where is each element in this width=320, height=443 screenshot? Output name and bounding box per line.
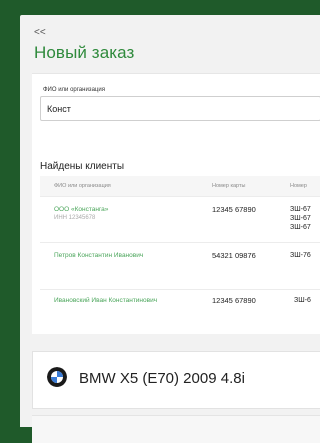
table-row[interactable]: ООО «Констанга» ИНН 12345678 12345 67890… bbox=[40, 196, 320, 242]
client-name-link[interactable]: Петров Константин Иванович bbox=[54, 251, 143, 260]
client-card-number: 54321 09876 bbox=[212, 251, 256, 260]
client-card-number: 12345 67890 bbox=[212, 296, 256, 305]
client-inn: ИНН 12345678 bbox=[54, 215, 96, 221]
column-header-phone: Номер bbox=[290, 183, 307, 189]
bmw-logo-icon bbox=[47, 367, 67, 387]
column-header-name: ФИО или организация bbox=[54, 183, 111, 189]
client-card-number: 12345 67890 bbox=[212, 205, 256, 214]
client-search-panel: ФИО или организация Найдены клиенты ФИО … bbox=[32, 73, 320, 334]
car-title: BMW X5 (E70) 2009 4.8i bbox=[79, 370, 245, 387]
results-heading: Найдены клиенты bbox=[40, 161, 125, 172]
table-row[interactable]: Петров Константин Иванович 54321 09876 З… bbox=[40, 242, 320, 289]
client-name-link[interactable]: ООО «Констанга» bbox=[54, 205, 108, 214]
client-name-link[interactable]: Ивановский Иван Константинович bbox=[54, 296, 174, 305]
table-row[interactable]: Ивановский Иван Константинович 12345 678… bbox=[40, 289, 320, 336]
client-phone: ЗШ-76 bbox=[290, 252, 311, 259]
table-header: ФИО или организация Номер карты Номер bbox=[40, 176, 320, 196]
client-phone: ЗШ-6 bbox=[294, 297, 311, 304]
client-phone: ЗШ-67 bbox=[290, 224, 311, 231]
client-phones: ЗШ-67 ЗШ-67 ЗШ-67 bbox=[290, 205, 311, 232]
search-field-label: ФИО или организация bbox=[43, 87, 105, 93]
column-header-card: Номер карты bbox=[212, 183, 246, 189]
back-link[interactable]: << bbox=[34, 27, 46, 38]
car-details-strip bbox=[32, 415, 320, 443]
car-card[interactable]: BMW X5 (E70) 2009 4.8i bbox=[32, 351, 320, 409]
client-phone: ЗШ-67 bbox=[290, 215, 311, 222]
page-title: Новый заказ bbox=[34, 43, 135, 62]
results-table: ФИО или организация Номер карты Номер ОО… bbox=[40, 176, 320, 336]
app-window: << Новый заказ ФИО или организация Найде… bbox=[20, 15, 320, 443]
search-field[interactable] bbox=[40, 96, 320, 121]
client-phone: ЗШ-67 bbox=[290, 206, 311, 213]
search-input[interactable] bbox=[41, 97, 320, 120]
